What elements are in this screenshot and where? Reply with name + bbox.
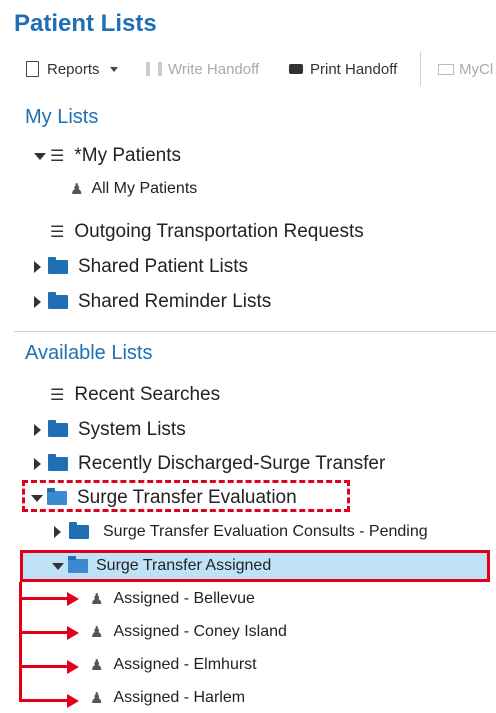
annotation-arrow-line	[19, 631, 69, 634]
print-handoff-button[interactable]: Print Handoff	[289, 54, 397, 84]
tree-item-surge-eval-consults[interactable]: Surge Transfer Evaluation Consults - Pen…	[54, 517, 428, 547]
tree-item-label: All My Patients	[91, 180, 198, 197]
list-edit-icon: ☰	[50, 148, 65, 165]
reports-button[interactable]: Reports	[26, 54, 118, 84]
my-lists-heading: My Lists	[25, 106, 99, 128]
tree-item-system-lists[interactable]: System Lists	[34, 415, 186, 445]
tree-item-label: Assigned - Bellevue	[113, 590, 255, 607]
tree-item-label: System Lists	[78, 419, 186, 440]
section-divider	[14, 331, 496, 332]
people-icon: ♟	[90, 591, 104, 608]
tree-item-label: Recent Searches	[74, 384, 221, 405]
tree-item-label: Surge Transfer Evaluation Consults - Pen…	[103, 523, 428, 540]
write-handoff-label: Write Handoff	[168, 60, 260, 78]
people-icon: ♟	[90, 624, 104, 641]
tree-item-label: Shared Reminder Lists	[78, 291, 272, 312]
recent-search-icon: ☰	[50, 387, 65, 404]
tree-item-recent-searches[interactable]: ☰ Recent Searches	[50, 380, 220, 410]
tree-item-assigned-harlem[interactable]: ♟ Assigned - Harlem	[90, 683, 245, 713]
expand-arrow-icon[interactable]	[34, 152, 46, 160]
chevron-down-icon	[109, 66, 118, 72]
annotation-arrow-line	[19, 699, 69, 702]
folder-icon	[48, 292, 68, 309]
arrow-right-icon	[67, 592, 79, 606]
tree-item-my-patients[interactable]: ☰ *My Patients	[34, 141, 181, 171]
tree-item-recently-discharged[interactable]: Recently Discharged-Surge Transfer	[34, 449, 385, 479]
tree-item-label: *My Patients	[74, 145, 181, 166]
list-edit-icon: ☰	[50, 224, 65, 241]
tree-item-shared-patient-lists[interactable]: Shared Patient Lists	[34, 252, 248, 282]
people-icon: ♟	[90, 690, 104, 707]
folder-icon	[48, 420, 68, 437]
expand-arrow-icon[interactable]	[34, 458, 41, 470]
tree-item-assigned-coney-island[interactable]: ♟ Assigned - Coney Island	[90, 617, 287, 647]
tree-item-label: Outgoing Transportation Requests	[74, 221, 364, 242]
annotation-arrow-line	[19, 597, 69, 600]
mycl-button[interactable]: MyCl	[438, 54, 493, 84]
reports-label: Reports	[47, 60, 100, 78]
expand-arrow-icon[interactable]	[34, 296, 41, 308]
handoff-icon	[146, 62, 162, 76]
dashed-highlight-box	[22, 480, 350, 512]
printer-icon	[289, 64, 303, 74]
toolbar: Reports Write Handoff Print Handoff MyCl	[0, 54, 496, 84]
folder-icon	[69, 522, 89, 539]
solid-highlight-box	[20, 550, 490, 582]
expand-arrow-icon[interactable]	[34, 261, 41, 273]
available-lists-heading: Available Lists	[25, 342, 153, 364]
tree-item-assigned-bellevue[interactable]: ♟ Assigned - Bellevue	[90, 584, 255, 614]
people-icon: ♟	[70, 181, 84, 198]
tree-item-all-my-patients[interactable]: ♟ All My Patients	[70, 174, 197, 204]
print-handoff-label: Print Handoff	[310, 60, 398, 78]
people-icon: ♟	[90, 657, 104, 674]
annotation-arrow-line	[19, 665, 69, 668]
tree-item-label: Shared Patient Lists	[78, 256, 249, 277]
folder-icon	[48, 454, 68, 471]
tree-item-outgoing-transportation[interactable]: ☰ Outgoing Transportation Requests	[50, 217, 364, 247]
envelope-icon	[438, 63, 454, 75]
tree-item-shared-reminder-lists[interactable]: Shared Reminder Lists	[34, 287, 271, 317]
arrow-right-icon	[67, 660, 79, 674]
tree-item-label: Assigned - Harlem	[113, 689, 246, 706]
toolbar-separator	[420, 52, 421, 86]
tree-item-assigned-elmhurst[interactable]: ♟ Assigned - Elmhurst	[90, 650, 257, 680]
tree-item-label: Recently Discharged-Surge Transfer	[78, 453, 386, 474]
annotation-vertical-line	[19, 582, 22, 702]
expand-arrow-icon[interactable]	[34, 424, 41, 436]
report-icon	[26, 61, 39, 77]
tree-item-label: Assigned - Coney Island	[113, 623, 287, 640]
page-title: Patient Lists	[14, 10, 157, 37]
tree-item-label: Assigned - Elmhurst	[113, 656, 257, 673]
expand-arrow-icon[interactable]	[54, 526, 61, 538]
mycl-label: MyCl	[459, 60, 494, 78]
write-handoff-button[interactable]: Write Handoff	[146, 54, 259, 84]
folder-icon	[48, 257, 68, 274]
arrow-right-icon	[67, 626, 79, 640]
